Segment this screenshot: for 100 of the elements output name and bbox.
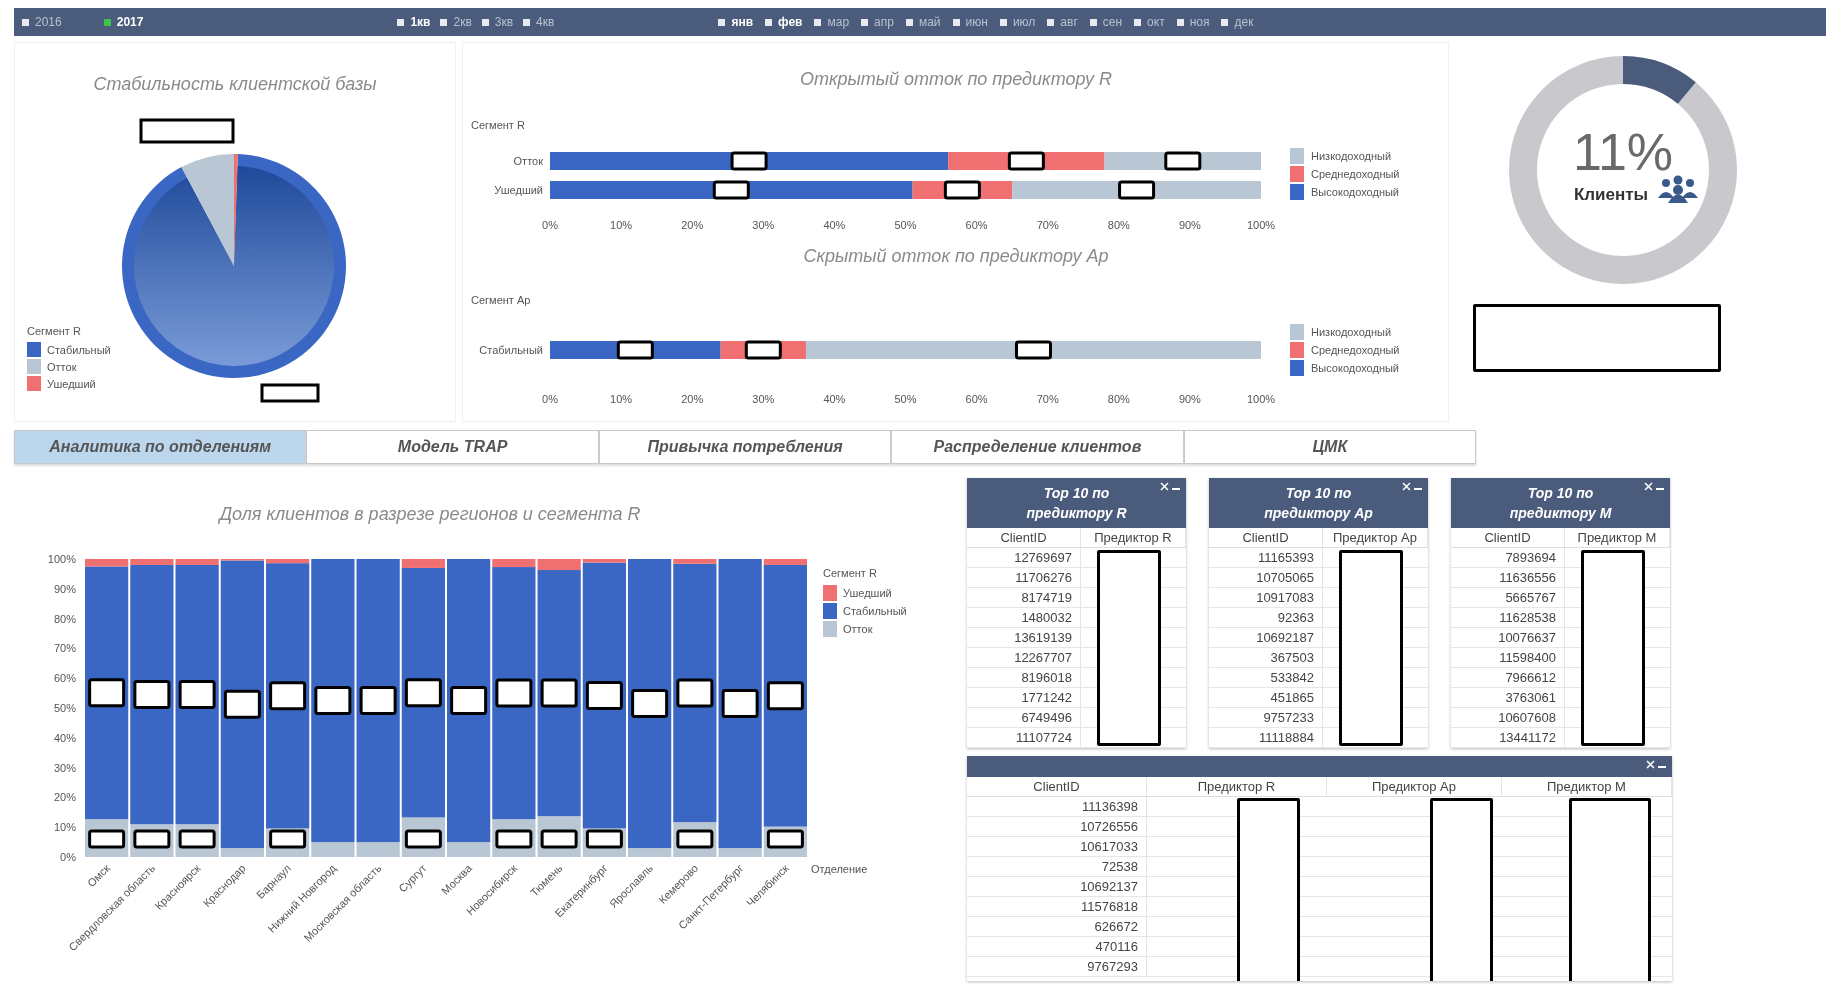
legend-label: Отток [843, 623, 873, 635]
checkbox-icon [1176, 18, 1184, 26]
column-header[interactable]: ClientID [967, 777, 1147, 797]
redaction-box [450, 686, 488, 716]
table-cell: 11107724 [967, 727, 1081, 748]
table-cell: 10076637 [1451, 627, 1565, 648]
tick-label: 0% [542, 393, 558, 405]
chart-title: Скрытый отток по предиктору Ap [803, 246, 1109, 266]
tick-label: 60% [965, 219, 988, 231]
filter-option[interactable]: дек [1219, 15, 1256, 29]
redaction-box [631, 689, 669, 719]
table-cell: 1480032 [967, 607, 1081, 628]
table-cell: 1771242 [967, 687, 1081, 708]
tick-label: 100% [1246, 393, 1276, 405]
checkbox-icon [481, 18, 489, 26]
redaction-box [269, 829, 307, 849]
tick-label: 20% [53, 791, 76, 804]
table-cell: 11628538 [1451, 607, 1565, 628]
table-title: Top 10 по предиктору M [1508, 484, 1613, 523]
tick-label: 0% [542, 219, 558, 231]
column-header[interactable]: ClientID [1209, 528, 1323, 548]
tick-label: 70% [53, 642, 76, 655]
tick-label: 30% [752, 393, 775, 405]
filter-option[interactable]: мар [812, 15, 852, 29]
filter-option[interactable]: 4кв [521, 15, 557, 29]
filter-option[interactable]: ноя [1174, 15, 1212, 29]
table-cell: 10692187 [1209, 627, 1323, 648]
tick-label: 10% [610, 393, 633, 405]
filter-option[interactable]: май [903, 15, 943, 29]
redaction-box [1007, 151, 1045, 171]
redaction-box [540, 829, 578, 849]
redaction-box [260, 383, 320, 403]
filter-option[interactable]: фев [763, 15, 805, 29]
axis-title: Сегмент Ap [471, 294, 531, 306]
filter-option[interactable]: 2кв [438, 15, 474, 29]
filter-option[interactable]: 1кв [395, 15, 433, 29]
checkbox-icon [1134, 18, 1142, 26]
filter-option[interactable]: 2016 [20, 15, 64, 29]
column-header[interactable]: Предиктор Ap [1326, 777, 1502, 797]
redaction-box [359, 686, 397, 716]
table-cell: 10705065 [1209, 567, 1323, 588]
tab[interactable]: Распределение клиентов [891, 430, 1184, 464]
legend-label: Высокодоходный [1311, 362, 1399, 374]
tick-label: 50% [53, 702, 76, 714]
table-cell: 6749496 [967, 707, 1081, 728]
column-header[interactable]: Предиктор R [1080, 528, 1186, 548]
tick-label: 50% [894, 219, 917, 231]
redaction-box [1164, 151, 1202, 171]
column-header[interactable]: Предиктор R [1146, 777, 1327, 797]
checkbox-icon [1047, 18, 1055, 26]
tick-label: 60% [53, 672, 76, 685]
tab[interactable]: Модель TRAP [306, 430, 599, 464]
legend-label: Низкодоходный [1311, 150, 1392, 162]
table-cell: 12267707 [967, 647, 1081, 668]
column-header[interactable]: Предиктор Ap [1322, 528, 1428, 548]
legend-label: Отток [47, 361, 77, 373]
tick-label: 100% [47, 553, 76, 565]
filter-option[interactable]: окт [1132, 15, 1167, 29]
filter-option[interactable]: апр [859, 15, 896, 29]
column-header[interactable]: ClientID [967, 528, 1081, 548]
checkbox-icon [765, 18, 773, 26]
table-cell: 10917083 [1209, 587, 1323, 608]
table-title: Top 10 по предиктору R [1025, 484, 1128, 523]
filter-option[interactable]: авг [1045, 15, 1080, 29]
filter-option[interactable]: сен [1087, 15, 1125, 29]
tick-label: 40% [823, 219, 846, 231]
table-cell: 11118884 [1209, 727, 1323, 748]
filter-option[interactable]: 3кв [479, 15, 516, 29]
table-cell: 13619139 [967, 627, 1081, 648]
tab[interactable]: ЦМК [1183, 430, 1477, 464]
checkbox-icon [952, 18, 960, 26]
redaction-box [88, 678, 126, 708]
redaction-box [676, 829, 714, 849]
tick-label: 90% [1178, 219, 1201, 231]
redaction-box [943, 180, 981, 200]
column-header[interactable]: Предиктор M [1564, 528, 1670, 548]
redaction-box [178, 829, 216, 849]
tab[interactable]: Привычка потребления [598, 430, 892, 464]
column-header[interactable]: ClientID [1451, 528, 1565, 548]
filter-option[interactable]: июн [950, 15, 990, 29]
checkbox-icon [1089, 18, 1097, 26]
tick-label: 30% [53, 761, 76, 774]
table-cell: 470116 [967, 936, 1147, 957]
redaction-box [223, 689, 261, 719]
filter-option[interactable]: 2017 [101, 15, 146, 29]
tab[interactable]: Аналитика по отделениям [14, 430, 307, 464]
checkbox-icon [440, 18, 448, 26]
category-label: Отток [513, 155, 543, 167]
table-cell: 13441172 [1451, 727, 1565, 748]
redaction-box [133, 680, 171, 710]
filter-option[interactable]: янв [716, 15, 756, 29]
table-cell: 3763061 [1451, 687, 1565, 708]
table-cell: 10692137 [967, 876, 1147, 897]
redaction-box [616, 340, 654, 360]
filter-option[interactable]: июл [997, 15, 1038, 29]
chart-title: Стабильность клиентской базы [93, 74, 377, 94]
category-label: Стабильный [479, 344, 543, 356]
checkbox-icon [905, 18, 913, 26]
column-header[interactable]: Предиктор M [1501, 777, 1672, 797]
tick-label: 70% [1036, 393, 1059, 405]
